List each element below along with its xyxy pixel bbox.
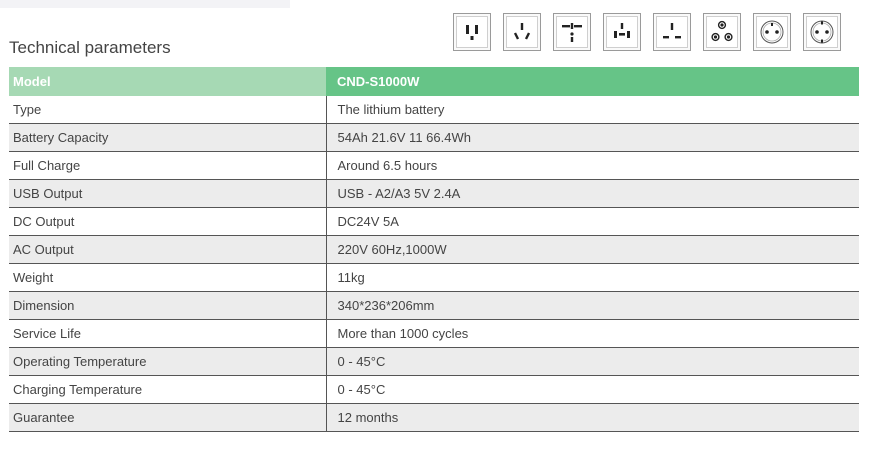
uk-socket-icon bbox=[653, 13, 691, 51]
table-row: Operating Temperature 0 - 45°C bbox=[9, 347, 859, 376]
row-value: 0 - 45°C bbox=[325, 375, 859, 404]
au-socket-icon bbox=[503, 13, 541, 51]
row-value: 12 months bbox=[325, 403, 859, 432]
table-row: Guarantee 12 months bbox=[9, 403, 859, 432]
french-socket-icon bbox=[753, 13, 791, 51]
row-label: Guarantee bbox=[9, 403, 326, 432]
table-row: DC Output DC24V 5A bbox=[9, 207, 859, 236]
row-label: AC Output bbox=[9, 235, 326, 264]
table-row: AC Output 220V 60Hz,1000W bbox=[9, 235, 859, 264]
table-row: Dimension 340*236*206mm bbox=[9, 291, 859, 320]
spec-table: Model CND-S1000W Type The lithium batter… bbox=[9, 67, 859, 432]
multi-socket-icon bbox=[603, 13, 641, 51]
india-socket-icon bbox=[703, 13, 741, 51]
row-label: USB Output bbox=[9, 179, 326, 208]
row-label: Dimension bbox=[9, 291, 326, 320]
row-label: Battery Capacity bbox=[9, 123, 326, 152]
universal-socket-icon bbox=[553, 13, 591, 51]
socket-icons bbox=[453, 13, 841, 51]
row-label: Type bbox=[9, 96, 326, 124]
table-header-row: Model CND-S1000W bbox=[9, 67, 859, 96]
row-label: Operating Temperature bbox=[9, 347, 326, 376]
row-value: 0 - 45°C bbox=[325, 347, 859, 376]
row-label: Service Life bbox=[9, 319, 326, 348]
row-value: USB - A2/A3 5V 2.4A bbox=[325, 179, 859, 208]
table-row: Weight 11kg bbox=[9, 263, 859, 292]
row-value: The lithium battery bbox=[325, 96, 859, 124]
table-row: Battery Capacity 54Ah 21.6V 11 66.4Wh bbox=[9, 123, 859, 152]
row-value: DC24V 5A bbox=[325, 207, 859, 236]
row-value: Around 6.5 hours bbox=[325, 151, 859, 180]
row-value: More than 1000 cycles bbox=[325, 319, 859, 348]
row-label: Weight bbox=[9, 263, 326, 292]
table-row: USB Output USB - A2/A3 5V 2.4A bbox=[9, 179, 859, 208]
table-row: Full Charge Around 6.5 hours bbox=[9, 151, 859, 180]
page: Technical parameters Model CND-S1000W Ty… bbox=[0, 0, 876, 465]
row-label: DC Output bbox=[9, 207, 326, 236]
table-row: Charging Temperature 0 - 45°C bbox=[9, 375, 859, 404]
us-socket-icon bbox=[453, 13, 491, 51]
row-label: Full Charge bbox=[9, 151, 326, 180]
page-title: Technical parameters bbox=[9, 38, 171, 57]
row-value: 11kg bbox=[325, 263, 859, 292]
row-value: 340*236*206mm bbox=[325, 291, 859, 320]
top-strip bbox=[0, 0, 290, 8]
schuko-socket-icon bbox=[803, 13, 841, 51]
row-value: 54Ah 21.6V 11 66.4Wh bbox=[325, 123, 859, 152]
row-value: 220V 60Hz,1000W bbox=[325, 235, 859, 264]
row-label: Charging Temperature bbox=[9, 375, 326, 404]
table-row: Type The lithium battery bbox=[9, 96, 859, 124]
header-label: Model bbox=[9, 67, 326, 96]
header-value: CND-S1000W bbox=[326, 67, 859, 96]
table-row: Service Life More than 1000 cycles bbox=[9, 319, 859, 348]
